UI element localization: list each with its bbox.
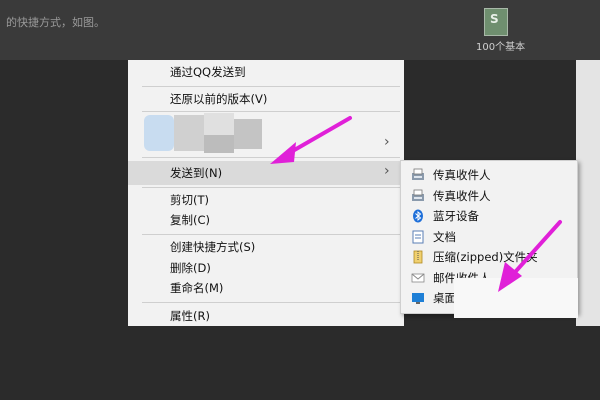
annotation-arrows	[270, 116, 562, 292]
annotation-arrow-1	[270, 116, 352, 164]
annotation-arrow-2	[498, 220, 562, 292]
